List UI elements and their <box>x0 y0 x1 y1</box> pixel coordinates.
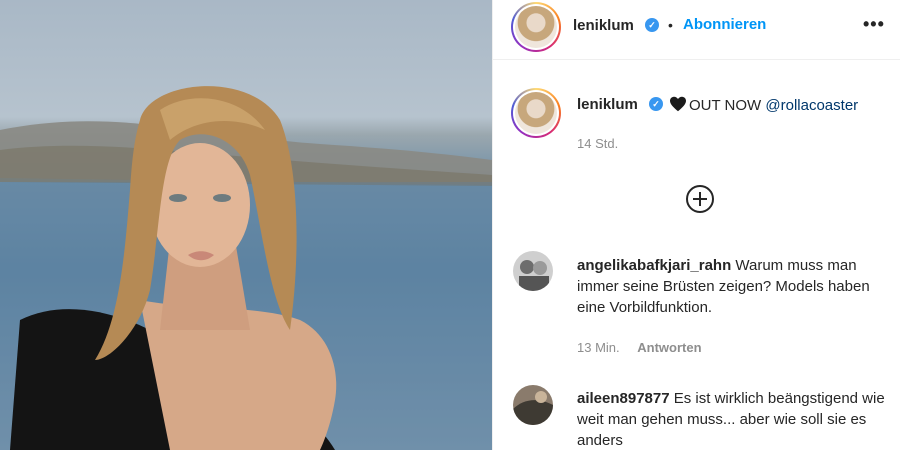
post-timestamp[interactable]: 14 Std. <box>577 136 618 151</box>
post-header: leniklum ✓ • Abonnieren ••• <box>493 0 900 60</box>
comment-text: angelikabafkjari_rahn Warum muss man imm… <box>577 255 897 318</box>
reply-button[interactable]: Antworten <box>637 340 701 355</box>
more-options-icon[interactable]: ••• <box>863 14 885 35</box>
caption-mention-link[interactable]: @rollacoaster <box>765 97 858 114</box>
caption-author-username[interactable]: leniklum <box>577 96 638 113</box>
post-photo <box>0 0 492 450</box>
caption-author-avatar[interactable] <box>511 88 561 138</box>
author-username[interactable]: leniklum <box>573 17 634 34</box>
comment-time[interactable]: 13 Min. <box>577 340 620 355</box>
author-avatar[interactable] <box>511 2 561 52</box>
caption: OUT NOW @rollacoaster <box>669 96 858 114</box>
post-side-panel: leniklum ✓ • Abonnieren ••• leniklum ✓ O… <box>492 0 900 450</box>
comment-text: aileen897877 Es ist wirklich beängstigen… <box>577 388 897 450</box>
comment-avatar[interactable] <box>513 385 553 425</box>
post-photo-illustration <box>0 86 492 450</box>
comment-username[interactable]: angelikabafkjari_rahn <box>577 257 731 274</box>
comment-meta: 13 Min. Antworten <box>577 340 702 355</box>
follow-button[interactable]: Abonnieren <box>683 16 766 33</box>
caption-body: OUT NOW <box>689 97 766 114</box>
black-heart-icon <box>670 96 686 112</box>
comment-username[interactable]: aileen897877 <box>577 390 670 407</box>
verified-badge-icon: ✓ <box>649 97 663 111</box>
separator-dot: • <box>668 17 673 33</box>
add-plus-icon[interactable] <box>686 185 714 213</box>
comment-avatar[interactable] <box>513 251 553 291</box>
verified-badge-icon: ✓ <box>645 18 659 32</box>
